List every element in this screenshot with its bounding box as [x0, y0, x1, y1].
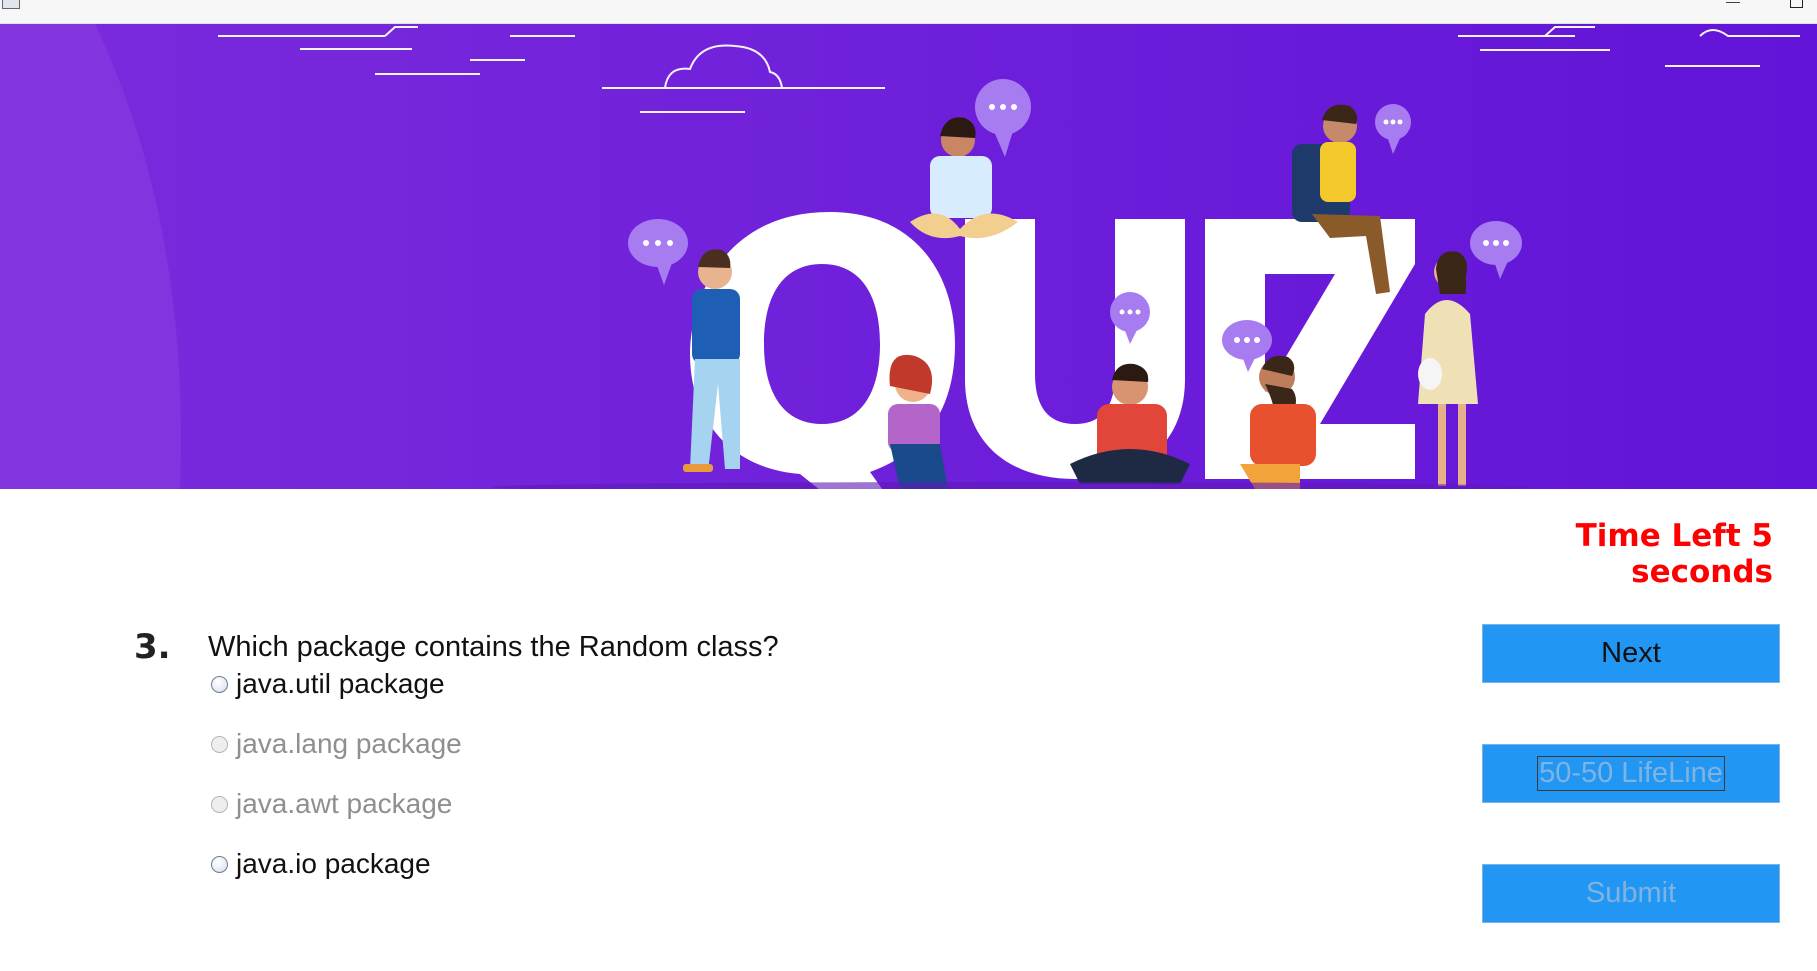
next-button[interactable]: Next: [1482, 624, 1780, 683]
time-left-label: Time Left 5 seconds: [1575, 518, 1773, 590]
option-label: java.io package: [236, 848, 431, 879]
question-number: 3.: [134, 627, 171, 667]
option-label: java.awt package: [236, 788, 453, 819]
option-java-io[interactable]: java.io package: [211, 847, 431, 881]
window-title-bar: [0, 0, 1817, 24]
radio-button[interactable]: [211, 675, 228, 693]
option-java-awt: java.awt package: [211, 787, 452, 821]
maximize-icon[interactable]: [1790, 0, 1803, 8]
minimize-icon[interactable]: [1726, 0, 1740, 3]
lifeline-button-label: 50-50 LifeLine: [1537, 756, 1725, 791]
option-java-lang: java.lang package: [211, 727, 462, 761]
submit-button[interactable]: Submit: [1482, 864, 1780, 923]
option-label: java.lang package: [236, 728, 462, 759]
lifeline-button[interactable]: 50-50 LifeLine: [1482, 744, 1780, 803]
radio-button: [211, 795, 228, 813]
radio-button[interactable]: [211, 855, 228, 873]
radio-button: [211, 735, 228, 753]
quiz-banner-image: [0, 24, 1817, 489]
question-text: Which package contains the Random class?: [208, 631, 779, 663]
option-java-util[interactable]: java.util package: [211, 667, 445, 701]
option-label: java.util package: [236, 668, 445, 699]
app-icon[interactable]: [2, 0, 20, 9]
